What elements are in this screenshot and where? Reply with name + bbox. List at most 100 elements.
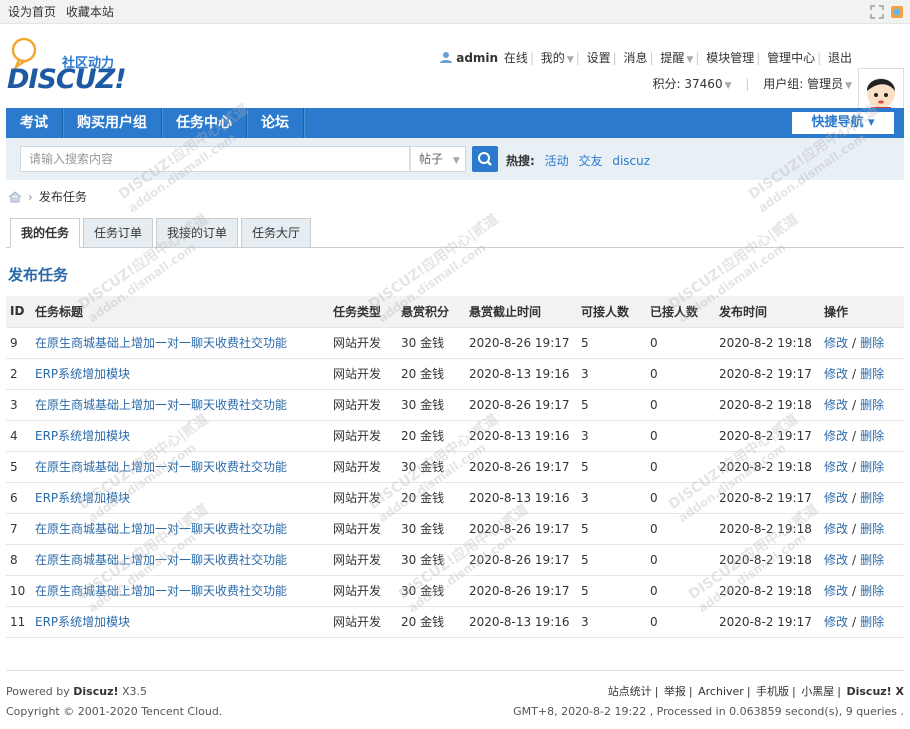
hot-term[interactable]: 活动	[545, 154, 569, 168]
bookmark-link[interactable]: 收藏本站	[66, 5, 114, 19]
username-link[interactable]: admin	[456, 51, 498, 65]
breadcrumb-current: 发布任务	[38, 190, 87, 204]
edit-link[interactable]: 修改	[824, 460, 848, 474]
edit-link[interactable]: 修改	[824, 615, 848, 629]
footer-link-archiver[interactable]: Archiver	[698, 685, 744, 698]
task-title-link[interactable]: ERP系统增加模块	[35, 491, 130, 505]
task-title-link[interactable]: 在原生商城基础上增加一对一聊天收费社交功能	[35, 584, 287, 598]
col-taken: 已接人数	[646, 296, 715, 328]
tab-my-tasks[interactable]: 我的任务	[10, 218, 81, 248]
footer-link-report[interactable]: 举报	[664, 685, 686, 698]
delete-link[interactable]: 删除	[860, 460, 884, 474]
footer-right: 站点统计 | 举报 | Archiver | 手机版 | 小黑屋 | Discuz! X …	[513, 682, 904, 722]
nav-item-forum[interactable]: 论坛	[247, 108, 304, 138]
site-logo[interactable]: 社区动力 DISCUZ!	[7, 36, 137, 96]
task-title-link[interactable]: ERP系统增加模块	[35, 615, 130, 629]
menu-messages[interactable]: 消息	[624, 51, 648, 65]
delete-link[interactable]: 删除	[860, 398, 884, 412]
delete-link[interactable]: 删除	[860, 584, 884, 598]
cell-taken: 0	[646, 389, 715, 421]
menu-reminders[interactable]: 提醒	[660, 51, 684, 65]
cell-actions: 修改 / 删除	[820, 606, 904, 638]
col-capacity: 可接人数	[577, 296, 646, 328]
cell-deadline: 2020-8-13 19:16	[465, 606, 577, 638]
task-title-link[interactable]: ERP系统增加模块	[35, 367, 130, 381]
search-type-select[interactable]: 帖子 ▼	[410, 146, 466, 172]
edit-link[interactable]: 修改	[824, 491, 848, 505]
fullscreen-icon[interactable]	[870, 4, 884, 19]
delete-link[interactable]: 删除	[860, 522, 884, 536]
cell-id: 11	[6, 606, 31, 638]
powered-brand-link[interactable]: Discuz!	[73, 685, 118, 698]
home-icon[interactable]	[8, 190, 22, 203]
tab-accepted-orders[interactable]: 我接的订单	[156, 218, 239, 248]
edit-link[interactable]: 修改	[824, 336, 848, 350]
delete-link[interactable]: 删除	[860, 553, 884, 567]
delete-link[interactable]: 删除	[860, 615, 884, 629]
task-title-link[interactable]: 在原生商城基础上增加一对一聊天收费社交功能	[35, 460, 287, 474]
delete-link[interactable]: 删除	[860, 429, 884, 443]
chevron-down-icon: ▼	[452, 156, 460, 166]
cell-actions: 修改 / 删除	[820, 451, 904, 483]
cell-published: 2020-8-2 19:18	[715, 327, 820, 359]
cell-reward: 20 金钱	[397, 420, 465, 452]
task-title-link[interactable]: 在原生商城基础上增加一对一聊天收费社交功能	[35, 522, 287, 536]
menu-settings[interactable]: 设置	[587, 51, 611, 65]
cell-type: 网站开发	[329, 327, 397, 359]
points-link[interactable]: 积分: 37460	[653, 77, 723, 91]
menu-my[interactable]: 我的	[541, 51, 565, 65]
table-row: 10 在原生商城基础上增加一对一聊天收费社交功能 网站开发 30 金钱 2020-8-2…	[6, 575, 904, 607]
hot-term[interactable]: 交友	[578, 154, 602, 168]
delete-link[interactable]: 删除	[860, 336, 884, 350]
table-row: 4 ERP系统增加模块 网站开发 20 金钱 2020-8-13 19:16 3 0 2020…	[6, 420, 904, 452]
menu-logout[interactable]: 退出	[828, 51, 852, 65]
cell-reward: 20 金钱	[397, 482, 465, 514]
nav-item-buy-usergroup[interactable]: 购买用户组	[63, 108, 162, 138]
cell-id: 10	[6, 575, 31, 607]
edit-link[interactable]: 修改	[824, 429, 848, 443]
cell-type: 网站开发	[329, 575, 397, 607]
search-bar: 请输入搜索内容 帖子 ▼ 热搜: 活动 交友 discuz	[6, 138, 904, 180]
task-table: ID 任务标题 任务类型 悬赏积分 悬赏截止时间 可接人数 已接人数 发布时间 …	[6, 296, 904, 638]
nav-item-task-center[interactable]: 任务中心	[162, 108, 247, 138]
hot-term[interactable]: discuz	[612, 154, 650, 168]
delete-link[interactable]: 删除	[860, 491, 884, 505]
footer-link-mobile[interactable]: 手机版	[756, 685, 789, 698]
set-home-link[interactable]: 设为首页	[8, 5, 56, 19]
quick-nav-button[interactable]: 快捷导航 ▾	[792, 112, 894, 134]
task-title-link[interactable]: 在原生商城基础上增加一对一聊天收费社交功能	[35, 336, 287, 350]
tab-task-hall[interactable]: 任务大厅	[241, 218, 312, 248]
cell-deadline: 2020-8-13 19:16	[465, 358, 577, 390]
edit-link[interactable]: 修改	[824, 584, 848, 598]
cell-capacity: 5	[577, 544, 646, 576]
theme-switch-icon[interactable]	[890, 5, 904, 19]
search-button[interactable]	[472, 146, 498, 172]
cell-type: 网站开发	[329, 420, 397, 452]
table-cell: 在原生商城基础上增加一对一聊天收费社交功能	[31, 544, 329, 576]
tab-task-orders[interactable]: 任务订单	[83, 218, 154, 248]
usergroup-link[interactable]: 用户组: 管理员	[763, 77, 843, 91]
task-title-link[interactable]: 在原生商城基础上增加一对一聊天收费社交功能	[35, 398, 287, 412]
edit-link[interactable]: 修改	[824, 553, 848, 567]
task-title-link[interactable]: 在原生商城基础上增加一对一聊天收费社交功能	[35, 553, 287, 567]
delete-link[interactable]: 删除	[860, 367, 884, 381]
cell-reward: 30 金钱	[397, 544, 465, 576]
hot-label: 热搜:	[506, 154, 535, 168]
footer-link-stats[interactable]: 站点统计	[608, 685, 652, 698]
cell-actions: 修改 / 删除	[820, 327, 904, 359]
edit-link[interactable]: 修改	[824, 398, 848, 412]
cell-taken: 0	[646, 358, 715, 390]
edit-link[interactable]: 修改	[824, 522, 848, 536]
col-actions: 操作	[820, 296, 904, 328]
footer-link-blackroom[interactable]: 小黑屋	[801, 685, 834, 698]
task-title-link[interactable]: ERP系统增加模块	[35, 429, 130, 443]
cell-reward: 20 金钱	[397, 606, 465, 638]
action-separator: /	[852, 615, 857, 629]
search-input[interactable]: 请输入搜索内容	[20, 146, 410, 172]
nav-item-exam[interactable]: 考试	[6, 108, 63, 138]
footer-brand-link[interactable]: Discuz! X	[846, 685, 904, 698]
menu-admin-center[interactable]: 管理中心	[767, 51, 815, 65]
cell-taken: 0	[646, 575, 715, 607]
edit-link[interactable]: 修改	[824, 367, 848, 381]
menu-module-manage[interactable]: 模块管理	[706, 51, 754, 65]
